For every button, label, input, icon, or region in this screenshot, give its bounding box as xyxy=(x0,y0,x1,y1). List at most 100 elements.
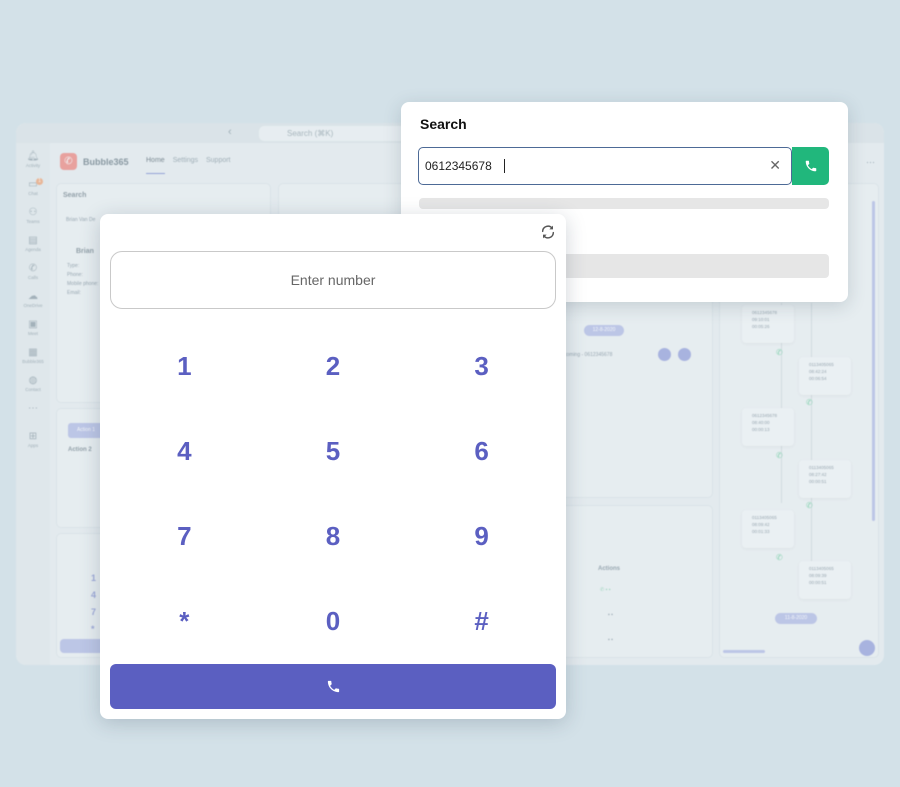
mini-keypad: 1 4 7 * xyxy=(91,570,96,638)
contact-field: Email: xyxy=(67,290,81,296)
close-icon[interactable]: ✕ xyxy=(769,157,781,174)
sidebar-item-chat[interactable]: ▭ Chat xyxy=(16,179,50,196)
video-icon: ▣ xyxy=(28,319,38,330)
action1-button[interactable]: Action 1 xyxy=(68,423,104,438)
phone-logo-icon: ✆ xyxy=(60,153,77,170)
global-search-label: Search (⌘K) xyxy=(287,129,334,138)
apps-icon: ⊞ xyxy=(28,431,38,442)
sidebar-label: Meet xyxy=(27,331,38,336)
key-1[interactable]: 1 xyxy=(110,324,259,409)
timeline-card[interactable]: 0612345678 08:40:00 00:00:13 xyxy=(742,408,794,446)
key-5[interactable]: 5 xyxy=(259,409,408,494)
sidebar-label: Bubble365 xyxy=(22,359,44,364)
sidebar-label: Activity xyxy=(25,163,41,168)
search-field: ✕ xyxy=(418,147,792,185)
card-duration: 00:00:51 xyxy=(809,479,827,484)
key-star[interactable]: * xyxy=(110,579,259,664)
card-duration: 00:00:13 xyxy=(752,427,770,432)
sidebar-item-contact[interactable]: ◍ Contact xyxy=(16,375,50,392)
timeline-card[interactable]: 0113405065 08:09:42 00:01:33 xyxy=(742,510,794,548)
card-number: 0113405065 xyxy=(809,465,834,470)
sidebar-item-agenda[interactable]: ▤ Agenda xyxy=(16,235,50,252)
card-duration: 00:06:54 xyxy=(809,376,827,381)
sidebar-label: Contact xyxy=(25,387,41,392)
key-8[interactable]: 8 xyxy=(259,494,408,579)
more-icon: ⋯ xyxy=(28,403,38,414)
tab-settings[interactable]: Settings xyxy=(173,157,198,174)
action2-label: Action 2 xyxy=(68,447,92,453)
mini-key[interactable]: * xyxy=(91,621,96,638)
sidebar-item-meet[interactable]: ▣ Meet xyxy=(16,319,50,336)
key-6[interactable]: 6 xyxy=(407,409,556,494)
refresh-icon[interactable] xyxy=(540,224,556,240)
key-3[interactable]: 3 xyxy=(407,324,556,409)
delete-icon[interactable] xyxy=(658,348,671,361)
mini-key[interactable]: 1 xyxy=(91,570,96,587)
call-action-icon[interactable]: ✆ ▪ ▪ xyxy=(600,587,611,593)
contact-field: Phone: xyxy=(67,272,83,278)
key-hash[interactable]: # xyxy=(407,579,556,664)
mini-key[interactable]: 4 xyxy=(91,587,96,604)
dial-call-button[interactable] xyxy=(110,664,556,709)
sidebar-label: Apps xyxy=(27,443,39,448)
sidebar-item-teams[interactable]: ⚇ Teams xyxy=(16,207,50,224)
call-icon: ✆ xyxy=(806,501,813,510)
card-number: 0113405065 xyxy=(752,515,777,520)
timeline-card[interactable]: 0113405065 08:42:24 00:06:54 xyxy=(799,357,851,395)
key-2[interactable]: 2 xyxy=(259,324,408,409)
call-row-text: coming - 0612345678 xyxy=(564,352,613,358)
more-options-icon[interactable]: ⋯ xyxy=(866,157,875,168)
edit-icon[interactable] xyxy=(678,348,691,361)
chat-badge: 1 xyxy=(36,178,43,185)
card-time: 08:40:00 xyxy=(752,420,770,425)
cloud-icon: ☁ xyxy=(28,291,38,302)
timeline-scrollbar[interactable] xyxy=(872,201,875,521)
key-9[interactable]: 9 xyxy=(407,494,556,579)
back-arrow-icon[interactable]: ‹ xyxy=(228,126,232,138)
number-field xyxy=(110,251,556,309)
panel-search-label: Search xyxy=(63,192,87,199)
contact-name: Brian xyxy=(76,248,94,255)
sidebar-item-onedrive[interactable]: ☁ OneDrive xyxy=(16,291,50,308)
message-action-icon[interactable]: ▪ ▪ xyxy=(608,637,613,643)
message-action-icon[interactable]: ▪ ▪ xyxy=(608,612,613,618)
call-icon: ✆ xyxy=(776,451,783,460)
search-call-button[interactable] xyxy=(792,147,829,185)
date-pill: 12-8-2020 xyxy=(584,325,624,336)
timeline-card[interactable]: 0113405065 08:27:42 00:00:51 xyxy=(799,460,851,498)
tab-home[interactable]: Home xyxy=(146,157,165,174)
phone-icon xyxy=(805,160,816,172)
sidebar-item-calls[interactable]: ✆ Calls xyxy=(16,263,50,280)
key-4[interactable]: 4 xyxy=(110,409,259,494)
contact-field: Mobile phone: xyxy=(67,281,99,287)
card-time: 08:27:42 xyxy=(809,472,827,477)
timeline-card[interactable]: 0612345678 09:10:01 00:05:26 xyxy=(742,305,794,343)
call-icon: ✆ xyxy=(776,348,783,357)
contacts-icon: ◍ xyxy=(28,375,38,386)
calendar-icon: ▤ xyxy=(28,235,38,246)
key-0[interactable]: 0 xyxy=(259,579,408,664)
dialer-popup: 1 2 3 4 5 6 7 8 9 * 0 # xyxy=(100,214,566,719)
timeline-card[interactable]: 0113405065 08:09:39 00:00:51 xyxy=(799,561,851,599)
sidebar-item-apps[interactable]: ⊞ Apps xyxy=(16,431,50,448)
sidebar-label: OneDrive xyxy=(23,303,43,308)
sidebar-item-more[interactable]: ⋯ xyxy=(16,403,50,414)
sidebar-label: Agenda xyxy=(25,247,41,252)
tab-support[interactable]: Support xyxy=(206,157,231,174)
sidebar-item-activity[interactable]: 🔔︎ Activity xyxy=(16,151,50,168)
search-input[interactable] xyxy=(425,148,755,184)
card-number: 0612345678 xyxy=(752,413,778,418)
sidebar-label: Teams xyxy=(26,219,40,224)
card-number: 0612345678 xyxy=(752,310,778,315)
sidebar-item-bubble365[interactable]: ▦ Bubble365 xyxy=(16,347,50,364)
panel-search-value[interactable]: Brian Van De xyxy=(66,217,95,223)
number-input[interactable] xyxy=(111,252,555,308)
horizontal-scrollbar[interactable] xyxy=(723,650,765,653)
loading-placeholder xyxy=(419,198,829,209)
menu-fab-icon[interactable] xyxy=(859,640,875,656)
bubble-icon: ▦ xyxy=(28,347,38,358)
text-caret xyxy=(504,159,505,173)
card-time: 08:09:42 xyxy=(752,522,770,527)
key-7[interactable]: 7 xyxy=(110,494,259,579)
mini-key[interactable]: 7 xyxy=(91,604,96,621)
